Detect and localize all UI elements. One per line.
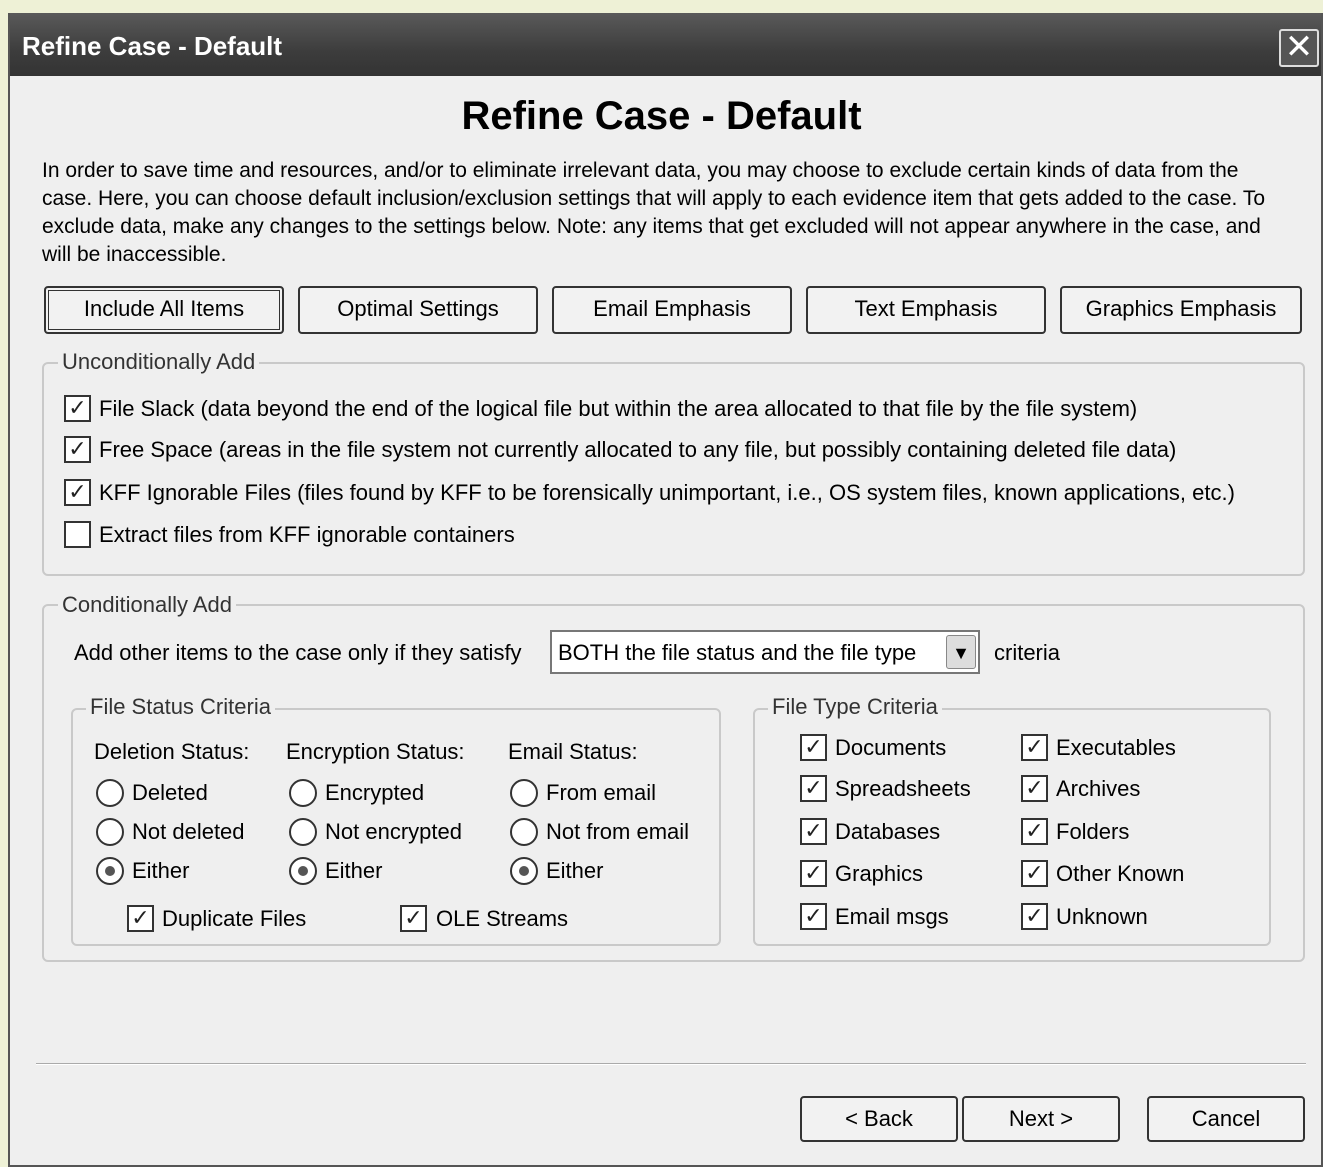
close-button[interactable]: ✕ [1279,29,1319,67]
email-emphasis-button[interactable]: Email Emphasis [552,286,792,334]
folders-checkbox[interactable]: ✓ [1021,818,1048,845]
next-button[interactable]: Next > [962,1096,1120,1142]
deletion-either-label: Either [132,858,190,883]
cancel-button[interactable]: Cancel [1147,1096,1305,1142]
conditionally-add-legend: Conditionally Add [58,592,237,618]
email-either-label: Either [546,858,604,883]
not-from-email-radio[interactable] [510,818,538,846]
email-msgs-checkbox[interactable]: ✓ [800,903,827,930]
file-type-criteria-group [753,708,1271,946]
archives-checkbox[interactable]: ✓ [1021,775,1048,802]
not-from-email-label: Not from email [546,819,690,844]
title-bar: Refine Case - Default ✕ [10,13,1321,76]
spreadsheets-checkbox[interactable]: ✓ [800,775,827,802]
file-slack-label: File Slack (data beyond the end of the l… [99,396,1138,421]
email-status-label: Email Status: [508,739,638,764]
archives-label: Archives [1056,776,1141,801]
page-title: Refine Case - Default [461,94,862,138]
divider [36,1063,1306,1065]
from-email-label: From email [546,780,657,805]
from-email-radio[interactable] [510,779,538,807]
extract-kff-containers-label: Extract files from KFF ignorable contain… [99,522,515,547]
encryption-status-label: Encryption Status: [286,739,465,764]
kff-ignorable-label: KFF Ignorable Files (files found by KFF … [99,480,1235,505]
executables-label: Executables [1056,735,1176,760]
kff-ignorable-checkbox[interactable]: ✓ [64,479,91,506]
extract-kff-containers-checkbox[interactable] [64,521,91,548]
criteria-suffix: criteria [994,640,1061,665]
deletion-either-radio[interactable] [96,857,124,885]
free-space-label: Free Space (areas in the file system not… [99,437,1177,462]
unconditionally-add-legend: Unconditionally Add [58,349,260,375]
graphics-emphasis-button[interactable]: Graphics Emphasis [1060,286,1302,334]
unknown-label: Unknown [1056,904,1148,929]
databases-checkbox[interactable]: ✓ [800,818,827,845]
not-encrypted-label: Not encrypted [325,819,462,844]
other-known-label: Other Known [1056,861,1185,886]
ole-streams-label: OLE Streams [436,906,569,931]
file-type-criteria-legend: File Type Criteria [768,694,942,720]
duplicate-files-label: Duplicate Files [162,906,307,931]
include-all-items-button[interactable]: Include All Items [44,286,284,334]
encrypted-radio[interactable] [289,779,317,807]
encryption-either-radio[interactable] [289,857,317,885]
file-slack-checkbox[interactable]: ✓ [64,395,91,422]
executables-checkbox[interactable]: ✓ [1021,734,1048,761]
deleted-label: Deleted [132,780,208,805]
documents-checkbox[interactable]: ✓ [800,734,827,761]
window-title: Refine Case - Default [22,31,283,61]
deleted-radio[interactable] [96,779,124,807]
encrypted-label: Encrypted [325,780,425,805]
unknown-checkbox[interactable]: ✓ [1021,903,1048,930]
duplicate-files-checkbox[interactable]: ✓ [127,905,154,932]
deletion-status-label: Deletion Status: [94,739,250,764]
back-button[interactable]: < Back [800,1096,958,1142]
free-space-checkbox[interactable]: ✓ [64,436,91,463]
encryption-either-label: Either [325,858,383,883]
file-status-criteria-legend: File Status Criteria [86,694,275,720]
spreadsheets-label: Spreadsheets [835,776,971,801]
optimal-settings-button[interactable]: Optimal Settings [298,286,538,334]
not-encrypted-radio[interactable] [289,818,317,846]
databases-label: Databases [835,819,941,844]
documents-label: Documents [835,735,947,760]
folders-label: Folders [1056,819,1130,844]
criteria-prefix: Add other items to the case only if they… [74,640,522,665]
email-either-radio[interactable] [510,857,538,885]
criteria-combo[interactable]: BOTH the file status and the file type ▼ [550,630,980,674]
intro-text: In order to save time and resources, and… [42,159,1266,266]
not-deleted-label: Not deleted [132,819,245,844]
graphics-label: Graphics [835,861,924,886]
not-deleted-radio[interactable] [96,818,124,846]
ole-streams-checkbox[interactable]: ✓ [400,905,427,932]
criteria-combo-value: BOTH the file status and the file type [558,640,917,665]
chevron-down-icon[interactable]: ▼ [946,635,976,669]
email-msgs-label: Email msgs [835,904,949,929]
graphics-checkbox[interactable]: ✓ [800,860,827,887]
text-emphasis-button[interactable]: Text Emphasis [806,286,1046,334]
other-known-checkbox[interactable]: ✓ [1021,860,1048,887]
